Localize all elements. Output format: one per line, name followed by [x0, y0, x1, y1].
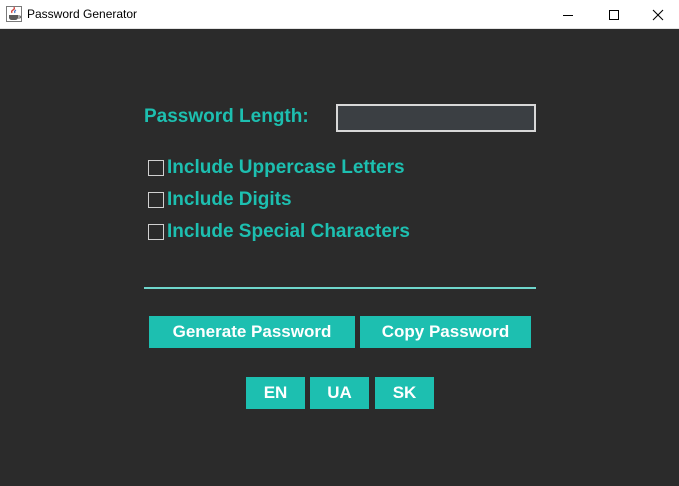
- password-length-label: Password Length:: [144, 106, 309, 127]
- language-sk-button[interactable]: SK: [375, 377, 434, 409]
- main-panel: Password Length: Include Uppercase Lette…: [0, 29, 679, 486]
- maximize-icon: [609, 9, 619, 20]
- java-cup-icon: [6, 6, 22, 22]
- option-special[interactable]: Include Special Characters: [148, 220, 410, 244]
- minimize-icon: [563, 14, 573, 16]
- special-label[interactable]: Include Special Characters: [167, 221, 410, 243]
- app-window: Password Generator Password Length: Incl…: [0, 0, 679, 486]
- language-en-button[interactable]: EN: [246, 377, 305, 409]
- uppercase-label[interactable]: Include Uppercase Letters: [167, 157, 405, 179]
- language-ua-button[interactable]: UA: [310, 377, 369, 409]
- digits-checkbox[interactable]: [148, 192, 164, 208]
- maximize-button[interactable]: [591, 0, 637, 29]
- option-uppercase[interactable]: Include Uppercase Letters: [148, 156, 405, 180]
- digits-label[interactable]: Include Digits: [167, 189, 292, 211]
- title-bar: Password Generator: [0, 0, 679, 29]
- uppercase-checkbox[interactable]: [148, 160, 164, 176]
- special-checkbox[interactable]: [148, 224, 164, 240]
- minimize-button[interactable]: [545, 0, 591, 29]
- close-icon: [652, 9, 664, 20]
- option-digits[interactable]: Include Digits: [148, 188, 292, 212]
- generate-password-button[interactable]: Generate Password: [149, 316, 355, 348]
- password-length-input[interactable]: [336, 104, 536, 132]
- copy-password-button[interactable]: Copy Password: [360, 316, 531, 348]
- generated-password-field[interactable]: [144, 262, 536, 289]
- close-button[interactable]: [635, 0, 679, 29]
- window-title: Password Generator: [27, 7, 138, 21]
